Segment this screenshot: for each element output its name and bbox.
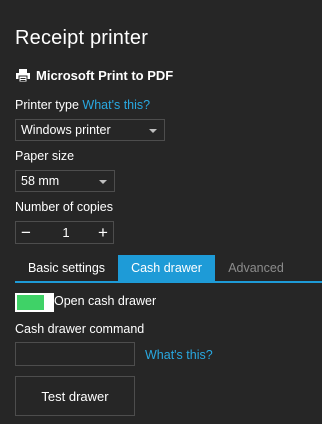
tab-basic-settings[interactable]: Basic settings bbox=[15, 255, 118, 281]
paper-size-selected: 58 mm bbox=[21, 174, 60, 188]
selected-printer: Microsoft Print to PDF bbox=[16, 68, 173, 83]
settings-tabs: Basic settings Cash drawer Advanced bbox=[15, 255, 322, 283]
printer-type-label: Printer type What's this? bbox=[15, 98, 150, 112]
chevron-down-icon bbox=[99, 180, 107, 184]
printer-type-help-link[interactable]: What's this? bbox=[82, 98, 150, 112]
printer-type-dropdown[interactable]: Windows printer bbox=[15, 119, 165, 141]
paper-size-dropdown[interactable]: 58 mm bbox=[15, 170, 115, 192]
printer-type-selected: Windows printer bbox=[21, 123, 111, 137]
printer-name: Microsoft Print to PDF bbox=[36, 68, 174, 83]
increment-button[interactable]: + bbox=[94, 222, 112, 243]
copies-value[interactable]: 1 bbox=[56, 222, 76, 243]
printer-icon bbox=[16, 69, 30, 82]
copies-label: Number of copies bbox=[15, 200, 113, 214]
toggle-knob bbox=[44, 295, 52, 310]
decrement-button[interactable]: − bbox=[17, 222, 35, 243]
cash-drawer-command-label: Cash drawer command bbox=[15, 322, 145, 336]
chevron-down-icon bbox=[149, 129, 157, 133]
tab-underline bbox=[15, 281, 322, 283]
paper-size-label: Paper size bbox=[15, 149, 75, 163]
tab-advanced[interactable]: Advanced bbox=[215, 255, 297, 281]
page-title: Receipt printer bbox=[15, 27, 149, 49]
printer-type-label-text: Printer type bbox=[15, 98, 79, 112]
tab-cash-drawer[interactable]: Cash drawer bbox=[118, 255, 215, 281]
copies-stepper[interactable]: − 1 + bbox=[15, 221, 114, 244]
open-cash-drawer-label: Open cash drawer bbox=[54, 294, 157, 308]
open-cash-drawer-toggle[interactable] bbox=[15, 293, 54, 312]
cash-drawer-help-link[interactable]: What's this? bbox=[145, 348, 213, 362]
test-drawer-button[interactable]: Test drawer bbox=[15, 376, 135, 416]
cash-drawer-command-input[interactable] bbox=[15, 342, 135, 366]
receipt-printer-panel: Receipt printer Microsoft Print to PDF P… bbox=[0, 0, 322, 424]
